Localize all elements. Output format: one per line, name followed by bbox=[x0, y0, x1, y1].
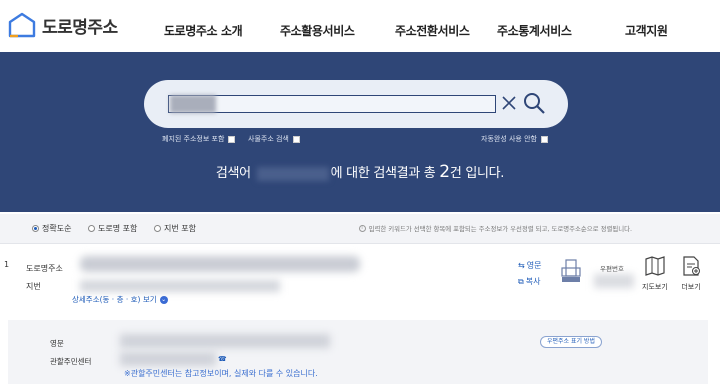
radio-accuracy[interactable] bbox=[32, 225, 39, 232]
search-band: 폐지된 주소정보 포함 사물주소 검색 자동완성 사용 안함 검색어 에 대한 … bbox=[0, 52, 720, 212]
radio-road[interactable] bbox=[88, 225, 95, 232]
clear-icon[interactable] bbox=[500, 93, 518, 113]
building-icon bbox=[561, 259, 581, 282]
detail-address-link-text: 상세주소(동 · 층 · 호) 보기 bbox=[72, 295, 157, 304]
option-cadastral-label: 사물주소 검색 bbox=[248, 135, 289, 143]
search-input[interactable] bbox=[168, 95, 496, 113]
radio-jibun[interactable] bbox=[154, 225, 161, 232]
option-cadastral[interactable]: 사물주소 검색 bbox=[248, 134, 300, 144]
main-nav: 도로명주소 소개 주소활용서비스 주소전환서비스 주소통계서비스 고객지원 bbox=[0, 22, 720, 40]
nav-item-stats[interactable]: 주소통계서비스 bbox=[497, 22, 572, 39]
option-abolished-label: 폐지된 주소정보 포함 bbox=[162, 135, 225, 143]
redacted-jibun-address bbox=[80, 280, 280, 292]
sort-note-text: 입력한 키워드가 선택한 항목에 포함되는 주소정보가 우선정렬 되고, 도로명… bbox=[368, 225, 632, 233]
checkbox-abolished[interactable] bbox=[228, 135, 236, 143]
copy-button[interactable]: ⧉ 복사 bbox=[518, 276, 540, 287]
result-index: 1 bbox=[4, 260, 10, 269]
community-center-label: 관할주민센터 bbox=[50, 357, 92, 366]
nav-item-convert[interactable]: 주소전환서비스 bbox=[395, 22, 470, 39]
checkbox-autocomplete[interactable] bbox=[540, 135, 548, 143]
nav-item-intro[interactable]: 도로명주소 소개 bbox=[164, 22, 243, 39]
option-autocomplete[interactable]: 자동완성 사용 안함 bbox=[481, 134, 548, 144]
road-address-label: 도로명주소 bbox=[26, 264, 63, 273]
copy-button-label: 복사 bbox=[525, 277, 541, 286]
search-options: 폐지된 주소정보 포함 사물주소 검색 자동완성 사용 안함 bbox=[0, 134, 720, 148]
redacted-center-name bbox=[120, 352, 216, 366]
more-label: 더보기 bbox=[681, 283, 701, 291]
sort-accuracy[interactable]: 정확도순 bbox=[32, 223, 71, 234]
sort-road[interactable]: 도로명 포함 bbox=[88, 223, 137, 234]
sort-jibun-label: 지번 포함 bbox=[164, 224, 196, 233]
chevron-down-icon: ⌄ bbox=[159, 295, 168, 304]
map-view-label: 지도보기 bbox=[642, 283, 668, 291]
phone-icon: ☎ bbox=[218, 355, 227, 363]
sort-note: i 입력한 키워드가 선택한 항목에 포함되는 주소정보가 우선정렬 되고, 도… bbox=[358, 224, 632, 233]
option-abolished[interactable]: 폐지된 주소정보 포함 bbox=[162, 134, 236, 144]
summary-suffix: 건 입니다. bbox=[449, 166, 505, 181]
jibun-label: 지번 bbox=[26, 282, 41, 291]
redacted-english-address bbox=[120, 334, 330, 348]
sort-bar: 정확도순 도로명 포함 지번 포함 i 입력한 키워드가 선택한 항목에 포함되… bbox=[0, 214, 720, 244]
copy-icon: ⧉ bbox=[518, 276, 524, 286]
result-count: 2 bbox=[439, 162, 450, 182]
sort-accuracy-label: 정확도순 bbox=[42, 224, 72, 233]
nav-item-support[interactable]: 고객지원 bbox=[625, 22, 668, 39]
search-icon[interactable] bbox=[522, 91, 546, 115]
result-row: 1 도로명주소 지번 상세주소(동 · 층 · 호) 보기 ⌄ ⇆ 영문 ⧉ 복… bbox=[0, 244, 720, 320]
more-button[interactable]: 더보기 bbox=[680, 256, 702, 292]
map-view-button[interactable]: 지도보기 bbox=[642, 256, 668, 292]
nav-item-usage[interactable]: 주소활용서비스 bbox=[280, 22, 355, 39]
detail-address-link[interactable]: 상세주소(동 · 층 · 호) 보기 ⌄ bbox=[72, 294, 168, 305]
reference-note: ※관할주민센터는 참고정보이며, 실제와 다를 수 있습니다. bbox=[124, 369, 318, 378]
building-button[interactable] bbox=[560, 258, 582, 288]
result-summary: 검색어 에 대한 검색결과 총 2건 입니다. bbox=[0, 162, 720, 182]
site-header: 도로명주소 도로명주소 소개 주소활용서비스 주소전환서비스 주소통계서비스 고… bbox=[0, 0, 720, 52]
english-button[interactable]: ⇆ 영문 bbox=[518, 260, 541, 271]
english-label: 영문 bbox=[50, 339, 64, 348]
redacted-query bbox=[170, 95, 216, 113]
sort-jibun[interactable]: 지번 포함 bbox=[154, 223, 196, 234]
document-plus-icon bbox=[683, 256, 700, 276]
map-icon bbox=[645, 256, 665, 276]
option-autocomplete-label: 자동완성 사용 안함 bbox=[481, 135, 537, 143]
redacted-keyword bbox=[256, 166, 329, 181]
postal-code-label: 우편번호 bbox=[600, 265, 624, 273]
postal-notation-button[interactable]: 우편주소 표기 방법 bbox=[540, 336, 602, 348]
checkbox-cadastral[interactable] bbox=[292, 135, 300, 143]
summary-middle: 에 대한 검색결과 총 bbox=[330, 166, 436, 181]
sort-road-label: 도로명 포함 bbox=[98, 224, 138, 233]
redacted-road-address bbox=[80, 256, 360, 272]
detail-panel: 영문 관할주민센터 ☎ 우편주소 표기 방법 ※관할주민센터는 참고정보이며, … bbox=[8, 320, 708, 384]
summary-prefix: 검색어 bbox=[215, 166, 251, 181]
english-button-label: 영문 bbox=[526, 261, 542, 270]
search-box bbox=[144, 80, 568, 128]
swap-icon: ⇆ bbox=[518, 261, 525, 270]
info-icon: i bbox=[358, 225, 366, 232]
redacted-postal-code bbox=[594, 274, 634, 288]
